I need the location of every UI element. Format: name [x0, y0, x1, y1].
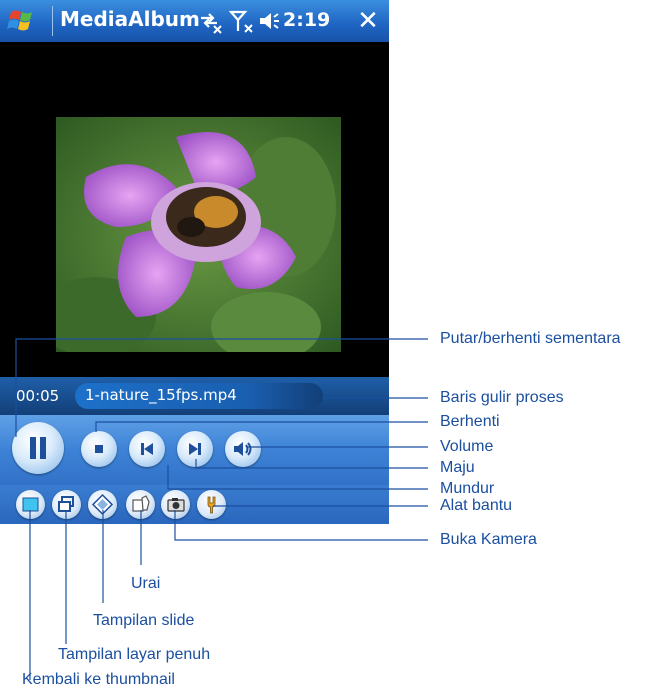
- leader-camera: [174, 510, 428, 541]
- callout-fullscreen: Tampilan layar penuh: [58, 646, 211, 663]
- leader-forward: [195, 459, 428, 469]
- callout-play-pause: Putar/berhenti sementara: [440, 330, 621, 347]
- callout-backward: Mundur: [440, 480, 495, 497]
- callout-forward: Maju: [440, 459, 475, 476]
- callout-progress-bar: Baris gulir proses: [440, 389, 564, 406]
- callout-open-camera: Buka Kamera: [440, 531, 537, 548]
- callout-slideshow: Tampilan slide: [93, 612, 195, 629]
- callout-volume: Volume: [440, 438, 494, 455]
- leader-stop: [95, 421, 428, 432]
- callout-stop: Berhenti: [440, 413, 500, 430]
- callout-back-to-thumbnail: Kembali ke thumbnail: [22, 671, 175, 688]
- callout-tools: Alat bantu: [440, 497, 513, 514]
- callout-rotate: Urai: [131, 575, 161, 592]
